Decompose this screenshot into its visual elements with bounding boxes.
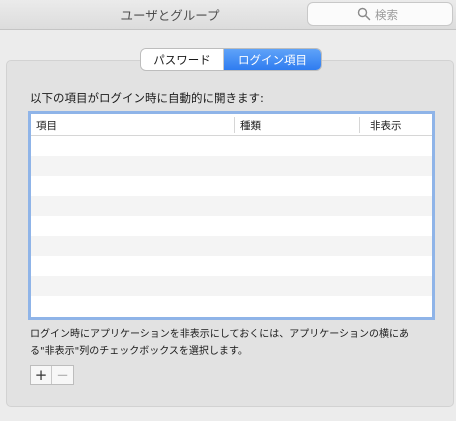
column-header-type[interactable]: 種類 (240, 118, 261, 133)
search-placeholder: 検索 (375, 8, 398, 22)
table-header: 項目 種類 非表示 (31, 114, 432, 136)
empty-row (31, 156, 432, 176)
remove-item-button[interactable]: − (52, 366, 73, 384)
window-title: ユーザとグループ (120, 8, 220, 23)
search-field[interactable]: 検索 (307, 2, 453, 26)
title-bar: ユーザとグループ 検索 (0, 0, 456, 30)
empty-row (31, 136, 432, 156)
empty-row (31, 236, 432, 256)
empty-row (31, 176, 432, 196)
empty-row (31, 216, 432, 236)
empty-row (31, 256, 432, 276)
login-items-heading: 以下の項目がログイン時に自動的に開きます: (30, 91, 264, 105)
empty-row (31, 276, 432, 296)
search-icon (357, 7, 371, 21)
column-header-item[interactable]: 項目 (36, 118, 57, 133)
tab-bar: パスワード ログイン項目 (141, 49, 321, 70)
add-remove-buttons: + − (30, 365, 74, 385)
tab-login-items[interactable]: ログイン項目 (224, 49, 321, 70)
empty-row (31, 296, 432, 316)
column-divider (359, 117, 360, 133)
empty-row (31, 196, 432, 216)
tab-password[interactable]: パスワード (141, 49, 224, 70)
column-divider (234, 117, 235, 133)
login-items-table[interactable]: 項目 種類 非表示 (28, 111, 435, 320)
table-body (31, 136, 432, 316)
column-header-hidden[interactable]: 非表示 (370, 118, 402, 133)
add-item-button[interactable]: + (31, 366, 52, 384)
hide-instructions-note: ログイン時にアプリケーションを非表示にしておくには、アプリケーションの横にある"… (30, 329, 409, 357)
